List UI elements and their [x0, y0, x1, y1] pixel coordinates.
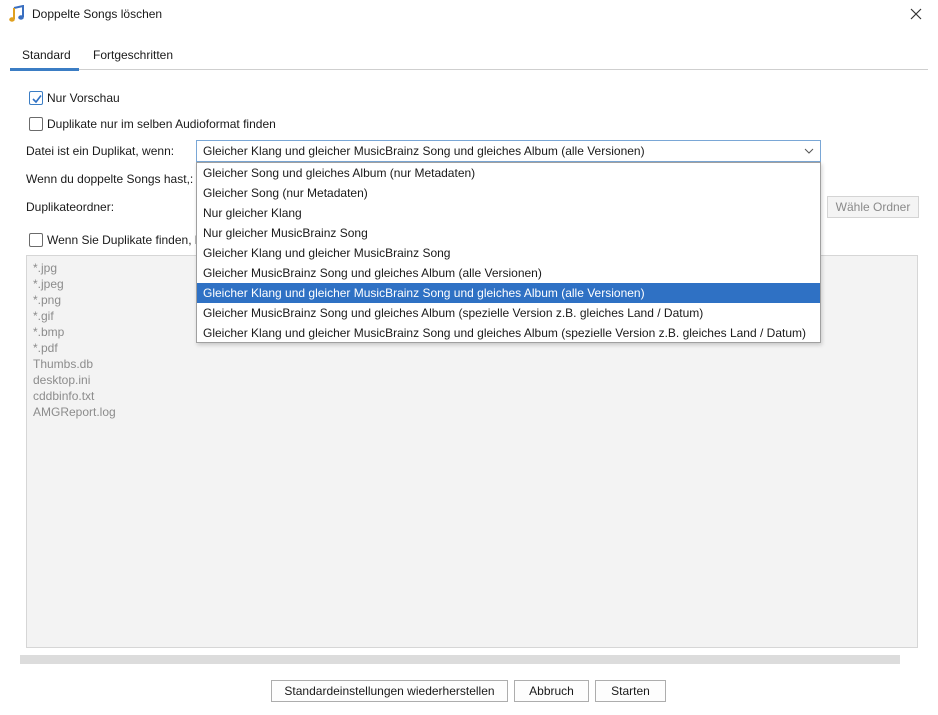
- list-item: AMGReport.log: [33, 405, 116, 419]
- dropdown-option[interactable]: Gleicher Klang und gleicher MusicBrainz …: [197, 323, 820, 343]
- dropdown-option[interactable]: Nur gleicher MusicBrainz Song: [197, 223, 820, 243]
- tab-bar: Standard Fortgeschritten: [0, 40, 938, 71]
- title-bar: Doppelte Songs löschen: [0, 0, 938, 30]
- checkmark-icon: [32, 95, 42, 104]
- window-title: Doppelte Songs löschen: [32, 7, 163, 21]
- chevron-down-icon: [804, 148, 814, 154]
- dropdown-option-selected[interactable]: Gleicher Klang und gleicher MusicBrainz …: [197, 283, 820, 303]
- horizontal-scrollbar[interactable]: [20, 655, 900, 664]
- list-item: desktop.ini: [33, 373, 91, 387]
- same-format-checkbox[interactable]: [29, 117, 43, 131]
- dropdown-option[interactable]: Gleicher Song und gleiches Album (nur Me…: [197, 163, 820, 183]
- duplicate-criteria-dropdown: Gleicher Song und gleiches Album (nur Me…: [196, 162, 821, 343]
- list-item: *.gif: [33, 309, 54, 323]
- preview-only-label: Nur Vorschau: [47, 91, 120, 105]
- list-item: cddbinfo.txt: [33, 389, 95, 403]
- tab-standard[interactable]: Standard: [22, 48, 71, 62]
- active-tab-indicator: [10, 68, 79, 71]
- same-format-option[interactable]: Duplikate nur im selben Audioformat find…: [29, 116, 276, 132]
- list-item: *.jpg: [33, 261, 58, 275]
- list-item: Thumbs.db: [33, 357, 94, 371]
- when-found-option[interactable]: Wenn Sie Duplikate finden, l: [29, 232, 198, 248]
- duplicate-folder-label: Duplikateordner:: [26, 200, 115, 214]
- dropdown-option[interactable]: Gleicher MusicBrainz Song und gleiches A…: [197, 263, 820, 283]
- preview-only-checkbox[interactable]: [29, 91, 43, 105]
- tab-advanced[interactable]: Fortgeschritten: [93, 48, 173, 62]
- preview-only-option[interactable]: Nur Vorschau: [29, 90, 120, 106]
- dropdown-option[interactable]: Gleicher Song (nur Metadaten): [197, 183, 820, 203]
- list-item: *.pdf: [33, 341, 58, 355]
- dropdown-option[interactable]: Gleicher Klang und gleicher MusicBrainz …: [197, 243, 820, 263]
- list-item: *.jpeg: [33, 277, 64, 291]
- duplicate-if-label: Datei ist ein Duplikat, wenn:: [26, 144, 175, 158]
- dropdown-option[interactable]: Nur gleicher Klang: [197, 203, 820, 223]
- music-note-icon: [8, 4, 26, 23]
- close-icon: [910, 8, 922, 20]
- duplicate-criteria-select[interactable]: Gleicher Klang und gleicher MusicBrainz …: [196, 140, 821, 162]
- same-format-label: Duplikate nur im selben Audioformat find…: [47, 117, 276, 131]
- when-found-label: Wenn Sie Duplikate finden, l: [47, 233, 198, 247]
- list-item: *.png: [33, 293, 62, 307]
- list-item: *.bmp: [33, 325, 65, 339]
- dropdown-option[interactable]: Gleicher MusicBrainz Song und gleiches A…: [197, 303, 820, 323]
- tab-divider: [10, 69, 928, 70]
- when-duplicate-label: Wenn du doppelte Songs hast,:: [26, 172, 194, 186]
- restore-defaults-button[interactable]: Standardeinstellungen wiederherstellen: [271, 680, 508, 702]
- choose-folder-button[interactable]: Wähle Ordner: [827, 196, 919, 218]
- when-found-checkbox[interactable]: [29, 233, 43, 247]
- duplicate-criteria-value: Gleicher Klang und gleicher MusicBrainz …: [203, 144, 645, 158]
- start-button[interactable]: Starten: [595, 680, 666, 702]
- close-button[interactable]: [900, 0, 932, 28]
- cancel-button[interactable]: Abbruch: [514, 680, 589, 702]
